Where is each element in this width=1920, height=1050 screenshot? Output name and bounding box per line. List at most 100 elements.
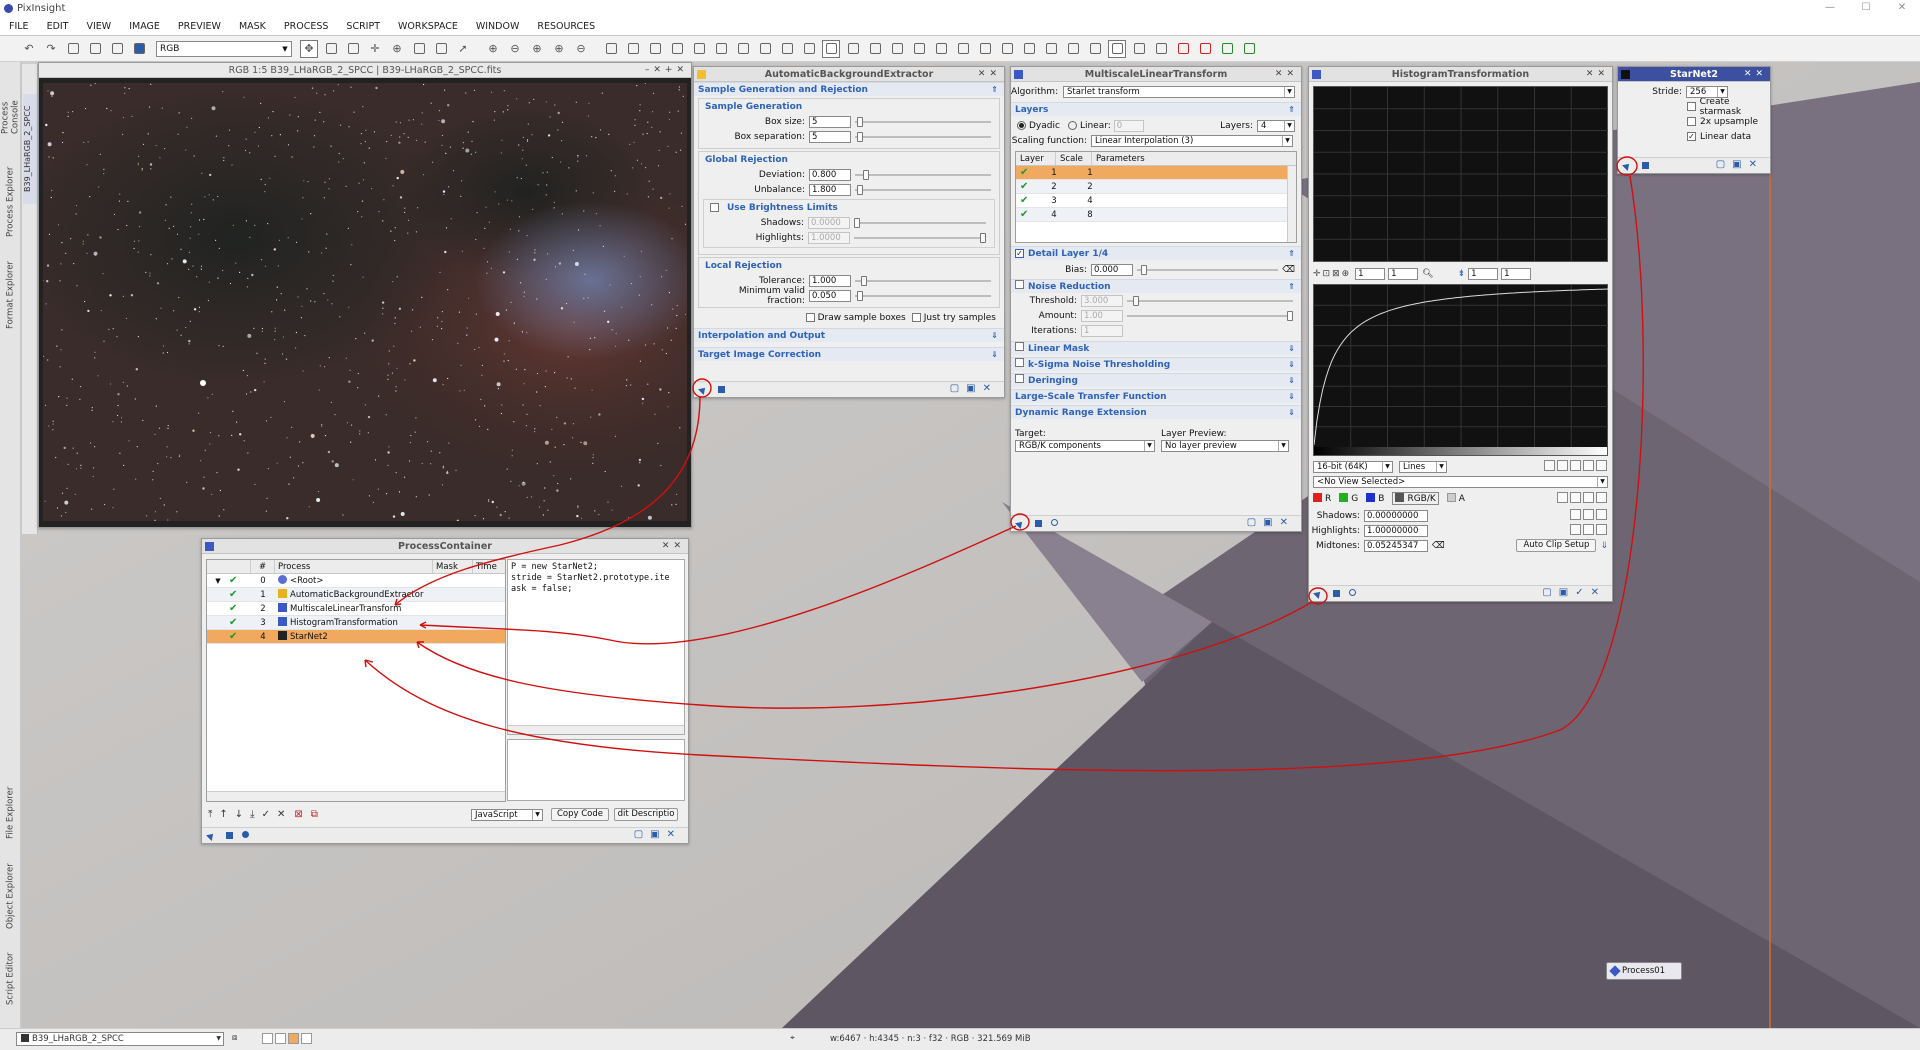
layout-1-icon[interactable] xyxy=(976,40,994,58)
readout-mode-icon[interactable] xyxy=(432,40,450,58)
slider-knob[interactable] xyxy=(863,169,869,180)
side-tab-process-explorer[interactable]: Process Explorer xyxy=(1,158,20,246)
apply-global-icon[interactable] xyxy=(1642,162,1649,169)
mask-icon[interactable] xyxy=(668,40,686,58)
abe-section-interp[interactable]: Interpolation and Output ⇓ xyxy=(694,328,1004,342)
undo-icon[interactable]: ↶ xyxy=(20,40,38,58)
status-view-select[interactable]: B39_LHaRGB_2_SPCC ▼ xyxy=(16,1032,224,1046)
execute-icon[interactable] xyxy=(242,831,249,838)
ht-titlebar[interactable]: HistogramTransformation ✕✕ xyxy=(1309,67,1612,82)
menu-script[interactable]: SCRIPT xyxy=(337,21,389,32)
pointer-icon[interactable]: ➚ xyxy=(454,40,472,58)
process-row-abe[interactable]: ✔ 1 AutomaticBackgroundExtractor xyxy=(207,588,505,602)
channel-r-button[interactable]: R xyxy=(1313,493,1331,504)
apply-global-icon[interactable] xyxy=(226,832,233,839)
channel-a-icon[interactable] xyxy=(932,40,950,58)
astro-image[interactable] xyxy=(43,83,687,521)
readout-icon[interactable] xyxy=(130,40,148,58)
apply-global-icon[interactable] xyxy=(1333,590,1340,597)
zoom-fit-icon[interactable] xyxy=(344,40,362,58)
process-row-starnet[interactable]: ✔ 4 StarNet2 xyxy=(207,630,505,644)
crosshair-icon[interactable] xyxy=(1557,491,1568,503)
ksigma-checkbox[interactable] xyxy=(1015,358,1024,367)
menu-file[interactable]: FILE xyxy=(0,21,38,32)
crop-icon[interactable] xyxy=(410,40,428,58)
slider-knob[interactable] xyxy=(857,290,863,301)
channel-r-icon[interactable] xyxy=(844,40,862,58)
layers-spinner[interactable]: 4 ▼ xyxy=(1257,119,1295,132)
process-row-mlt[interactable]: ✔ 2 MultiscaleLinearTransform xyxy=(207,602,505,616)
histogram-reset-icon[interactable] xyxy=(1583,459,1594,471)
process-row-root[interactable]: ▼ ✔ 0 <Root> xyxy=(207,574,505,588)
layout-2-icon[interactable] xyxy=(998,40,1016,58)
pc-list-tools[interactable]: ⤒↑↓⤓✓✕ xyxy=(208,809,292,820)
histogram-log-icon[interactable] xyxy=(1557,459,1568,471)
minimize-button[interactable]: — xyxy=(1812,0,1848,16)
zoom-h-field[interactable]: 1 xyxy=(1355,267,1386,280)
channel-b-button[interactable]: B xyxy=(1366,493,1384,504)
check-icon[interactable]: ✔ xyxy=(229,616,251,629)
stf-icon[interactable] xyxy=(734,40,752,58)
process-list-scrollbar[interactable] xyxy=(207,791,505,801)
shadows-reset-icon[interactable] xyxy=(1596,508,1607,520)
scaling-select[interactable]: Linear Interpolation (3) ▼ xyxy=(1091,134,1293,147)
mlt-section-deringing[interactable]: Deringing ⇓ xyxy=(1011,373,1301,387)
menu-image[interactable]: IMAGE xyxy=(120,21,169,32)
target-select[interactable]: RGB/K components ▼ xyxy=(1015,440,1155,452)
mlt-panel-actions[interactable]: ▢▣✕ xyxy=(1247,517,1295,528)
check-icon[interactable]: ✔ xyxy=(1016,194,1036,207)
deringing-checkbox[interactable] xyxy=(1015,374,1024,383)
preview-delete-icon[interactable] xyxy=(646,40,664,58)
pan-mode-icon[interactable]: ✥ xyxy=(300,39,318,58)
view-selector[interactable]: RGB ▼ xyxy=(156,40,292,57)
edit-description-button[interactable]: dit Descriptio xyxy=(614,808,678,821)
language-select[interactable]: JavaScript ▼ xyxy=(471,808,543,821)
expand-icon[interactable]: ⇓ xyxy=(1600,541,1608,551)
box-sep-slider[interactable] xyxy=(855,131,991,143)
layers-scrollbar[interactable] xyxy=(1287,166,1296,242)
detail-layer-checkbox[interactable]: ✓ xyxy=(1015,249,1024,258)
tree-toggle-icon[interactable]: ▼ xyxy=(207,574,229,587)
box-size-field[interactable]: 5 xyxy=(809,115,851,128)
highlights-auto-icon[interactable] xyxy=(1583,523,1594,535)
range-icon[interactable]: ⇟ xyxy=(1458,269,1466,279)
script-4-icon[interactable] xyxy=(1240,40,1258,58)
code-view[interactable]: P = new StarNet2; stride = StarNet2.prot… xyxy=(507,559,685,735)
shadows-clip-icon[interactable] xyxy=(1570,508,1581,520)
mlt-section-dre[interactable]: Dynamic Range Extension ⇓ xyxy=(1011,405,1301,419)
side-tab-script-editor[interactable]: Script Editor xyxy=(1,944,20,1014)
starnet-panel-actions[interactable]: ▢▣✕ xyxy=(1716,159,1764,170)
check-icon[interactable]: ✔ xyxy=(229,630,251,643)
ht-input-histogram[interactable] xyxy=(1313,284,1609,456)
copy-code-button[interactable]: Copy Code xyxy=(551,808,609,821)
starnet-window-controls[interactable]: ✕✕ xyxy=(1744,67,1767,82)
ht-output-histogram[interactable] xyxy=(1313,86,1608,262)
slider-knob[interactable] xyxy=(857,184,863,195)
minvalid-slider[interactable] xyxy=(855,290,991,302)
zoom-1-icon[interactable]: ⊕ xyxy=(528,40,546,58)
bias-field[interactable]: 0.000 xyxy=(1091,263,1133,276)
channel-a-button[interactable]: A xyxy=(1446,493,1465,504)
graph-style-select[interactable]: Lines ▼ xyxy=(1399,460,1447,473)
starnet-titlebar[interactable]: StarNet2 ✕✕ xyxy=(1618,67,1770,82)
brightness-limits-checkbox[interactable] xyxy=(710,203,719,212)
apply-global-icon[interactable] xyxy=(718,386,725,393)
menu-workspace[interactable]: WORKSPACE xyxy=(389,21,467,32)
window-controls[interactable]: –✕+✕ xyxy=(645,63,688,78)
mlt-titlebar[interactable]: MultiscaleLinearTransform ✕✕ xyxy=(1011,67,1301,82)
process-icon-process01[interactable]: Process01 xyxy=(1606,962,1682,980)
slider-knob[interactable] xyxy=(857,131,863,142)
side-tab-format-explorer[interactable]: Format Explorer xyxy=(1,252,20,338)
clear-icon[interactable]: ⧉ xyxy=(311,809,318,820)
linear-mask-checkbox[interactable] xyxy=(1015,342,1024,351)
move-icon[interactable]: ✛ xyxy=(366,40,384,58)
tolerance-slider[interactable] xyxy=(855,275,991,287)
layout-3-icon[interactable] xyxy=(1020,40,1038,58)
menu-preview[interactable]: PREVIEW xyxy=(169,21,230,32)
channel-b-icon[interactable] xyxy=(888,40,906,58)
save-icon[interactable] xyxy=(86,40,104,58)
code-scrollbar[interactable] xyxy=(508,725,684,734)
histogram-icon[interactable] xyxy=(1544,459,1555,471)
mlt-section-layers[interactable]: Layers ⇑ xyxy=(1011,102,1301,116)
menu-process[interactable]: PROCESS xyxy=(275,21,338,32)
